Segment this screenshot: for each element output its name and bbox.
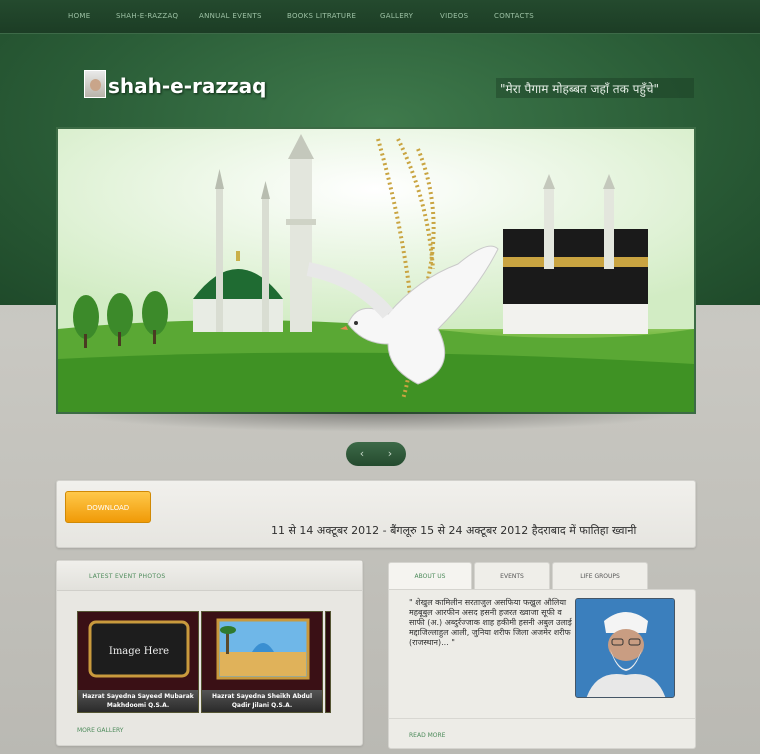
nav-home[interactable]: HOME (68, 12, 90, 20)
read-more-link[interactable]: READ MORE (409, 732, 445, 739)
shrine-image (202, 612, 322, 692)
saint-portrait (575, 598, 675, 698)
download-button[interactable]: DOWNLOAD (65, 491, 151, 523)
gallery-thumb[interactable]: Image Here Hazrat Sayedna Sayeed Mubarak… (77, 611, 199, 713)
panel-header: LATEST EVENT PHOTOS (57, 561, 362, 591)
divider (389, 718, 695, 719)
logo-text: shah-e-razzaq (108, 74, 267, 98)
gallery-thumb-partial[interactable] (325, 611, 331, 713)
slider-navigation: ‹ › (346, 442, 406, 466)
portrait-illustration (576, 599, 674, 697)
tab-events[interactable]: EVENTS (474, 562, 550, 590)
thumb-caption: Hazrat Sayedna Sheikh Abdul Qadir Jilani… (202, 690, 322, 712)
more-gallery-link[interactable]: MORE GALLERY (77, 727, 123, 734)
tagline: "मेरा पैगाम मोहब्बत जहाँ तक पहुँचे" (496, 78, 694, 98)
nav-contacts[interactable]: CONTACTS (494, 12, 534, 20)
nav-gallery[interactable]: GALLERY (380, 12, 413, 20)
logo-portrait (84, 70, 106, 98)
about-panel: " शेखुल कामिलीन सरताजुल असफिया फख्रुल औल… (388, 589, 696, 749)
thumb-caption: Hazrat Sayedna Sayeed Mubarak Makhdoomi … (78, 690, 198, 712)
nav-videos[interactable]: VIDEOS (440, 12, 468, 20)
tab-about-us[interactable]: ABOUT US (388, 562, 472, 591)
image-placeholder-text: Image Here (109, 646, 169, 657)
download-panel: DOWNLOAD 11 से 14 अक्टूबर 2012 - बैंगलूर… (56, 480, 696, 548)
panel-title: LATEST EVENT PHOTOS (89, 573, 166, 580)
nav-shah-e-razzaq[interactable]: SHAH-E-RAZZAQ (116, 12, 178, 20)
slider-prev-button[interactable]: ‹ (352, 446, 372, 462)
slider-shadow (70, 412, 682, 432)
nav-books-litrature[interactable]: BOOKS LITRATURE (287, 12, 356, 20)
tab-life-groups[interactable]: LIFE GROUPS (552, 562, 648, 590)
gallery-thumb[interactable]: Hazrat Sayedna Sheikh Abdul Qadir Jilani… (201, 611, 323, 713)
top-navigation: HOME SHAH-E-RAZZAQ ANNUAL EVENTS BOOKS L… (0, 0, 760, 34)
latest-photos-panel: LATEST EVENT PHOTOS Image Here Hazrat Sa… (56, 560, 363, 746)
announcement-marquee: 11 से 14 अक्टूबर 2012 - बैंगलूरु 15 से 2… (271, 524, 637, 537)
about-text: " शेखुल कामिलीन सरताजुल असफिया फख्रुल औल… (409, 598, 572, 647)
hero-slider-image (56, 127, 696, 414)
frame-image: Image Here (78, 612, 198, 692)
slider-next-button[interactable]: › (380, 446, 400, 462)
nav-annual-events[interactable]: ANNUAL EVENTS (199, 12, 262, 20)
hero-illustration (58, 129, 694, 412)
